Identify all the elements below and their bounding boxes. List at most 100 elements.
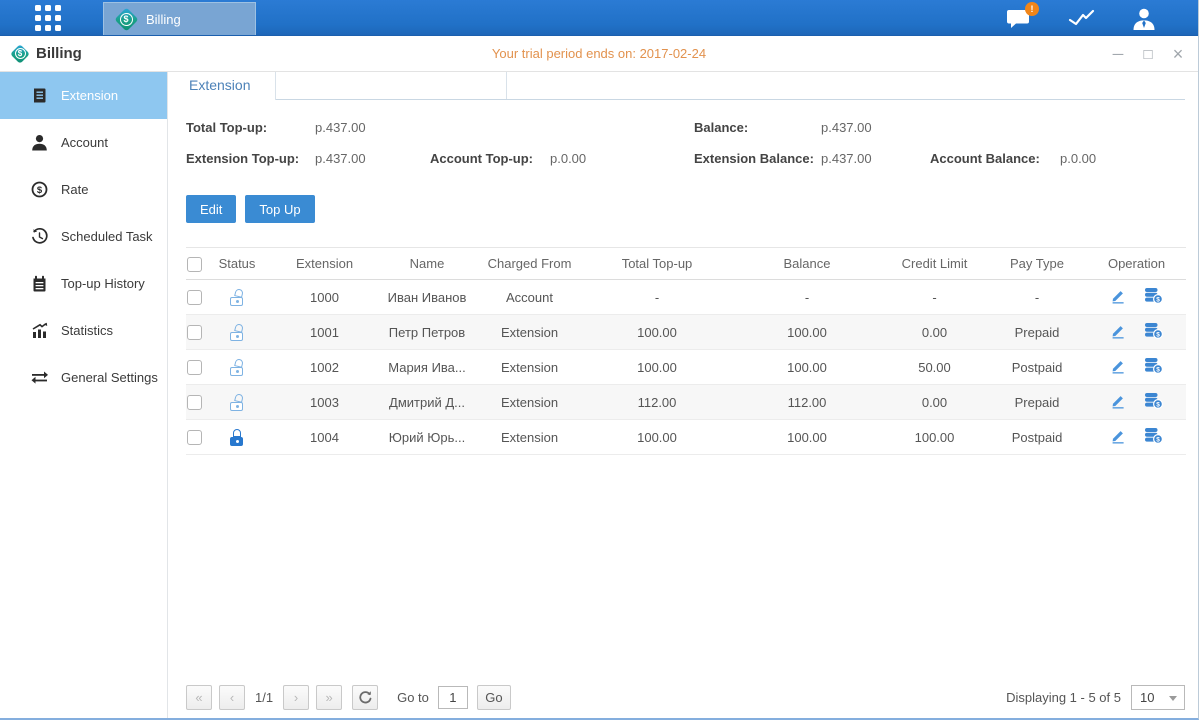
edit-row-icon[interactable] [1110, 323, 1126, 342]
edit-button[interactable]: Edit [186, 195, 236, 223]
svg-text:$: $ [1156, 332, 1160, 339]
close-icon[interactable]: × [1170, 45, 1186, 63]
cell-balance: 100.00 [732, 315, 882, 350]
cell-name: Мария Ива... [377, 350, 477, 385]
topup-row-icon[interactable]: $ [1144, 357, 1163, 377]
extension-topup-value: p.437.00 [315, 151, 366, 166]
next-page-button[interactable]: › [283, 685, 309, 710]
content-spacer [168, 455, 1185, 683]
topup-row-icon[interactable]: $ [1144, 287, 1163, 307]
account-balance-label: Account Balance: [930, 151, 1040, 166]
edit-row-icon[interactable] [1110, 393, 1126, 412]
cell-pay-type: Postpaid [987, 420, 1087, 455]
billing-app-window: $ Billing ! [0, 0, 1199, 720]
minimize-icon[interactable]: ─ [1110, 47, 1126, 62]
table-header-row: Status Extension Name Charged From Total… [186, 248, 1186, 280]
tab-strip: Extension [169, 72, 1185, 100]
top-up-button[interactable]: Top Up [245, 195, 314, 223]
row-checkbox[interactable] [187, 360, 202, 375]
svg-text:$: $ [1156, 297, 1160, 304]
col-total-topup: Total Top-up [582, 248, 732, 280]
total-topup-value: p.437.00 [315, 120, 366, 135]
prev-page-button[interactable]: ‹ [219, 685, 245, 710]
sidebar-item-scheduled-task[interactable]: Scheduled Task [0, 213, 167, 260]
tab-extension[interactable]: Extension [169, 72, 276, 100]
extension-topup-label: Extension Top-up: [186, 151, 299, 166]
cell-charged-from: Extension [477, 385, 582, 420]
sidebar-item-general-settings[interactable]: General Settings [0, 354, 167, 401]
edit-row-icon[interactable] [1110, 428, 1126, 447]
topup-row-icon[interactable]: $ [1144, 392, 1163, 412]
sidebar: Extension Account $ Rate [0, 72, 168, 718]
row-checkbox[interactable] [187, 290, 202, 305]
row-checkbox[interactable] [187, 325, 202, 340]
account-balance-value: p.0.00 [1060, 151, 1096, 166]
refresh-icon[interactable] [352, 685, 378, 710]
extension-balance-label: Extension Balance: [694, 151, 814, 166]
edit-row-icon[interactable] [1110, 288, 1126, 307]
chevron-down-icon [1169, 696, 1177, 701]
sidebar-item-account[interactable]: Account [0, 119, 167, 166]
sidebar-item-label: General Settings [61, 370, 158, 385]
cell-pay-type: Prepaid [987, 315, 1087, 350]
cell-credit-limit: 0.00 [882, 315, 987, 350]
status-lock-icon [229, 394, 245, 411]
cell-extension: 1000 [272, 280, 377, 315]
cell-credit-limit: 0.00 [882, 385, 987, 420]
sidebar-item-topup-history[interactable]: Top-up History [0, 260, 167, 307]
table-row: 1003 Дмитрий Д... Extension 112.00 112.0… [186, 385, 1186, 420]
main-content: Extension Total Top-up: p.437.00 Balance… [168, 72, 1198, 718]
cell-extension: 1004 [272, 420, 377, 455]
notepad-icon [30, 275, 48, 292]
user-icon[interactable] [1132, 7, 1156, 30]
trial-notice: Your trial period ends on: 2017-02-24 [0, 46, 1198, 61]
desktop-topbar: $ Billing ! [0, 0, 1198, 36]
bar-chart-icon [30, 322, 48, 339]
sidebar-item-label: Account [61, 135, 108, 150]
sidebar-item-label: Rate [61, 182, 88, 197]
window-titlebar: $ Billing Your trial period ends on: 201… [0, 36, 1198, 72]
window-title: $ Billing [0, 44, 82, 64]
cell-credit-limit: 50.00 [882, 350, 987, 385]
page-size-value: 10 [1140, 690, 1154, 705]
cell-charged-from: Extension [477, 350, 582, 385]
sliders-icon [30, 369, 48, 386]
cell-extension: 1002 [272, 350, 377, 385]
goto-page-input[interactable] [438, 686, 468, 709]
cell-charged-from: Account [477, 280, 582, 315]
total-topup-label: Total Top-up: [186, 120, 267, 135]
col-extension: Extension [272, 248, 377, 280]
cell-total-topup: 100.00 [582, 315, 732, 350]
col-operation: Operation [1087, 248, 1186, 280]
row-checkbox[interactable] [187, 430, 202, 445]
last-page-button[interactable]: » [316, 685, 342, 710]
taskbar-tab-label: Billing [146, 12, 181, 27]
apps-grid-icon[interactable] [35, 5, 61, 31]
page-size-select[interactable]: 10 [1131, 685, 1185, 710]
billing-diamond-icon: $ [114, 7, 138, 31]
col-credit-limit: Credit Limit [882, 248, 987, 280]
topup-row-icon[interactable]: $ [1144, 427, 1163, 447]
topup-row-icon[interactable]: $ [1144, 322, 1163, 342]
maximize-icon[interactable]: □ [1140, 47, 1156, 62]
cell-extension: 1001 [272, 315, 377, 350]
cell-charged-from: Extension [477, 420, 582, 455]
dollar-circle-icon: $ [30, 181, 48, 198]
sidebar-item-statistics[interactable]: Statistics [0, 307, 167, 354]
select-all-checkbox[interactable] [187, 257, 202, 272]
statistics-icon[interactable] [1068, 8, 1095, 28]
edit-row-icon[interactable] [1110, 358, 1126, 377]
sidebar-item-extension[interactable]: Extension [0, 72, 167, 119]
row-checkbox[interactable] [187, 395, 202, 410]
person-icon [30, 134, 48, 151]
messages-icon[interactable]: ! [1006, 8, 1031, 29]
cell-charged-from: Extension [477, 315, 582, 350]
col-status: Status [202, 248, 272, 280]
first-page-button[interactable]: « [186, 685, 212, 710]
svg-text:$: $ [1156, 402, 1160, 409]
cell-total-topup: 112.00 [582, 385, 732, 420]
sidebar-item-rate[interactable]: $ Rate [0, 166, 167, 213]
go-button[interactable]: Go [477, 685, 511, 710]
col-charged-from: Charged From [477, 248, 582, 280]
taskbar-tab-billing[interactable]: $ Billing [103, 2, 256, 35]
